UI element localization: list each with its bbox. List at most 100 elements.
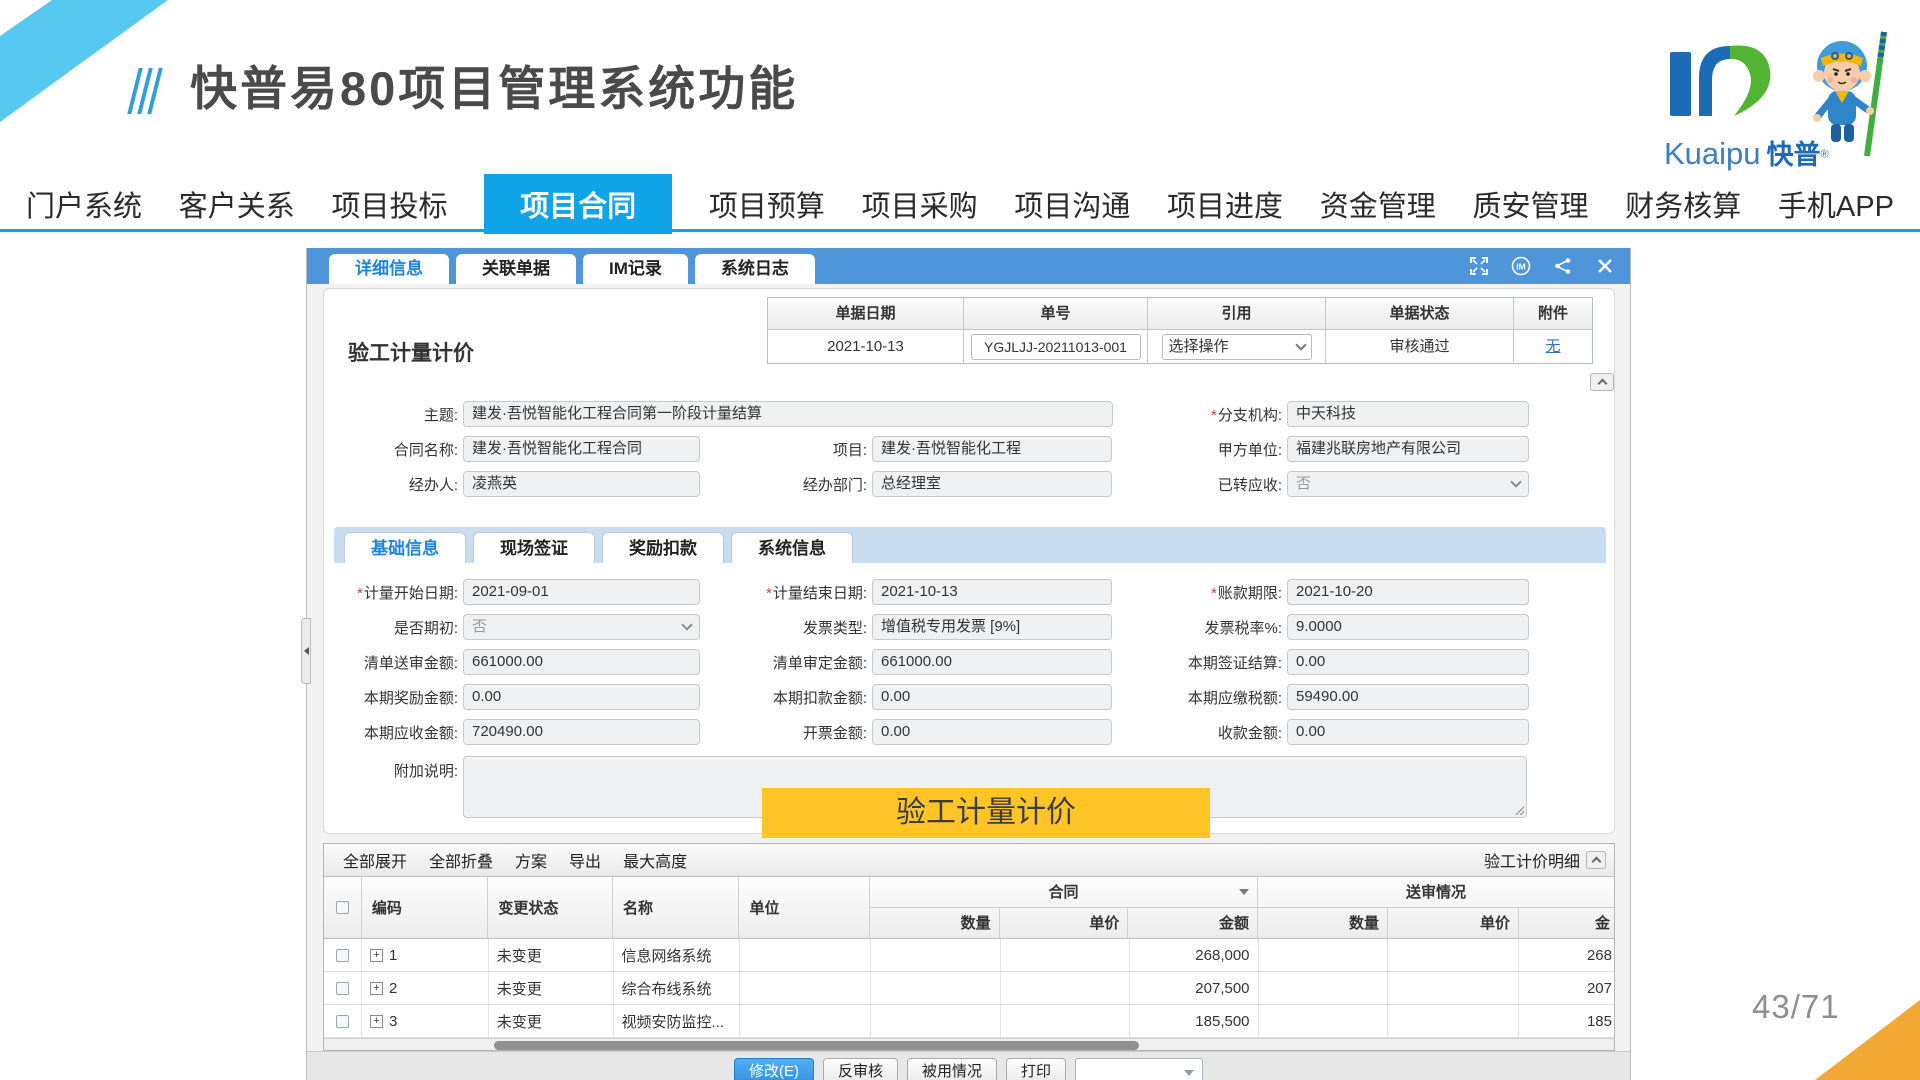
nav-item-funds[interactable]: 资金管理 bbox=[1320, 183, 1436, 225]
expand-all-link[interactable]: 全部展开 bbox=[343, 848, 407, 872]
nav-item-mobile-app[interactable]: 手机APP bbox=[1778, 183, 1894, 225]
col-unit: 单位 bbox=[739, 877, 870, 938]
subtab-basic-info[interactable]: 基础信息 bbox=[344, 532, 466, 563]
field-reward-label: 本期奖励金额: bbox=[328, 687, 458, 708]
field-tax-rate-input[interactable]: 9.0000 bbox=[1287, 614, 1529, 640]
field-deduction-input[interactable]: 0.00 bbox=[872, 684, 1112, 710]
tab-detail-info[interactable]: 详细信息 bbox=[329, 254, 449, 284]
doc-status-value: 审核通过 bbox=[1326, 330, 1514, 363]
col-name: 名称 bbox=[613, 877, 740, 938]
field-deduction-label: 本期扣款金额: bbox=[737, 687, 867, 708]
expand-row-icon[interactable]: + bbox=[370, 982, 383, 995]
field-invoiced-input[interactable]: 0.00 bbox=[872, 719, 1112, 745]
nav-item-budget[interactable]: 项目预算 bbox=[709, 183, 825, 225]
expand-row-icon[interactable]: + bbox=[370, 1015, 383, 1028]
tab-related-docs[interactable]: 关联单据 bbox=[456, 254, 576, 284]
grid-collapse-button[interactable] bbox=[1586, 851, 1606, 869]
max-height-link[interactable]: 最大高度 bbox=[623, 848, 687, 872]
field-received-input[interactable]: 0.00 bbox=[1287, 719, 1529, 745]
unapprove-button[interactable]: 反审核 bbox=[823, 1058, 898, 1080]
select-all-checkbox[interactable] bbox=[336, 901, 349, 914]
col-contract-qty: 数量 bbox=[870, 908, 1000, 938]
window-controls: IM bbox=[1468, 248, 1616, 284]
nav-item-quality[interactable]: 质安管理 bbox=[1472, 183, 1588, 225]
field-contract-name-input[interactable]: 建发·吾悦智能化工程合同 bbox=[463, 436, 700, 462]
field-start-date-input[interactable]: 2021-09-01 bbox=[463, 579, 700, 605]
panel-collapse-handle[interactable] bbox=[301, 618, 311, 684]
col-reference: 引用 bbox=[1148, 298, 1326, 329]
nav-item-progress[interactable]: 项目进度 bbox=[1167, 183, 1283, 225]
field-transferred-label: 已转应收: bbox=[1144, 474, 1282, 495]
field-dept-input[interactable]: 总经理室 bbox=[872, 471, 1112, 497]
print-button[interactable]: 打印 bbox=[1006, 1058, 1066, 1080]
logo-wordmark: Kuaipu快普® bbox=[1664, 133, 1829, 172]
reference-select[interactable]: 选择操作 bbox=[1162, 334, 1312, 360]
field-visa-settlement: 本期签证结算: 0.00 bbox=[1144, 649, 1529, 675]
title-accent-bars bbox=[133, 68, 157, 114]
doc-no-input[interactable]: YGJLJJ-20211013-001 bbox=[971, 334, 1141, 360]
modify-button[interactable]: 修改(E) bbox=[734, 1058, 814, 1080]
field-subject-input[interactable]: 建发·吾悦智能化工程合同第一阶段计量结算 bbox=[463, 401, 1113, 427]
subtab-reward-deduction[interactable]: 奖励扣款 bbox=[602, 532, 724, 563]
field-tax-payable-input[interactable]: 59490.00 bbox=[1287, 684, 1529, 710]
nav-item-crm[interactable]: 客户关系 bbox=[179, 183, 295, 225]
im-chat-icon[interactable]: IM bbox=[1510, 255, 1532, 277]
subtab-system-info[interactable]: 系统信息 bbox=[731, 532, 853, 563]
field-end-date-input[interactable]: 2021-10-13 bbox=[872, 579, 1112, 605]
field-due-date-input[interactable]: 2021-10-20 bbox=[1287, 579, 1529, 605]
grid-row-1[interactable]: +1 未变更 信息网络系统 268,000 268 bbox=[324, 939, 1614, 972]
grid-row-2[interactable]: +2 未变更 综合布线系统 207,500 207 bbox=[324, 972, 1614, 1005]
field-project-input[interactable]: 建发·吾悦智能化工程 bbox=[872, 436, 1112, 462]
field-branch-input[interactable]: 中天科技 bbox=[1287, 401, 1529, 427]
field-receivable-input[interactable]: 720490.00 bbox=[463, 719, 700, 745]
grid-panel-title: 验工计价明细 bbox=[1484, 848, 1580, 872]
field-list-approved-input[interactable]: 661000.00 bbox=[872, 649, 1112, 675]
tab-system-log[interactable]: 系统日志 bbox=[695, 254, 815, 284]
header-collapse-button[interactable] bbox=[1590, 373, 1614, 391]
share-icon[interactable] bbox=[1552, 255, 1574, 277]
attachment-link[interactable]: 无 bbox=[1545, 330, 1560, 363]
filter-dropdown-icon[interactable] bbox=[1239, 889, 1249, 895]
scrollbar-thumb[interactable] bbox=[494, 1041, 1139, 1050]
nav-item-portal[interactable]: 门户系统 bbox=[26, 183, 142, 225]
resize-grip-icon[interactable] bbox=[1515, 806, 1524, 815]
usage-status-button[interactable]: 被用情况 bbox=[907, 1058, 997, 1080]
row-checkbox[interactable] bbox=[336, 1015, 349, 1028]
field-party-a-input[interactable]: 福建兆联房地产有限公司 bbox=[1287, 436, 1529, 462]
nav-item-finance[interactable]: 财务核算 bbox=[1625, 183, 1741, 225]
grid-row-3[interactable]: +3 未变更 视频安防监控... 185,500 185 bbox=[324, 1005, 1614, 1038]
field-is-initial-select[interactable]: 否 bbox=[463, 614, 700, 640]
logo-latin-text: Kuaipu bbox=[1664, 136, 1761, 171]
close-icon[interactable] bbox=[1594, 255, 1616, 277]
field-reward-input[interactable]: 0.00 bbox=[463, 684, 700, 710]
scheme-link[interactable]: 方案 bbox=[515, 848, 547, 872]
export-link[interactable]: 导出 bbox=[569, 848, 601, 872]
more-actions-select[interactable] bbox=[1075, 1058, 1203, 1080]
field-notes-label: 附加说明: bbox=[328, 760, 458, 781]
tab-im-records[interactable]: IM记录 bbox=[583, 254, 688, 284]
grid-toolbar: 全部展开 全部折叠 方案 导出 最大高度 验工计价明细 bbox=[324, 844, 1614, 877]
col-change: 变更状态 bbox=[488, 877, 613, 938]
expand-row-icon[interactable]: + bbox=[370, 949, 383, 962]
field-list-submitted-input[interactable]: 661000.00 bbox=[463, 649, 700, 675]
subtab-site-visa[interactable]: 现场签证 bbox=[473, 532, 595, 563]
nav-item-bidding[interactable]: 项目投标 bbox=[331, 183, 447, 225]
field-transferred-select[interactable]: 否 bbox=[1287, 471, 1529, 497]
field-handler-input[interactable]: 凌燕英 bbox=[463, 471, 700, 497]
fullscreen-icon[interactable] bbox=[1468, 255, 1490, 277]
collapse-all-link[interactable]: 全部折叠 bbox=[429, 848, 493, 872]
field-invoice-type-input[interactable]: 增值税专用发票 [9%] bbox=[872, 614, 1112, 640]
row-checkbox[interactable] bbox=[336, 982, 349, 995]
field-receivable: 本期应收金额: 720490.00 bbox=[328, 719, 700, 745]
nav-item-purchase[interactable]: 项目采购 bbox=[862, 183, 978, 225]
nav-item-contract[interactable]: 项目合同 bbox=[484, 174, 672, 234]
horizontal-scrollbar[interactable] bbox=[324, 1038, 1614, 1051]
col-doc-date: 单据日期 bbox=[768, 298, 964, 329]
col-review-amount: 金 bbox=[1519, 908, 1614, 938]
nav-item-communication[interactable]: 项目沟通 bbox=[1014, 183, 1130, 225]
row-checkbox[interactable] bbox=[336, 949, 349, 962]
triangle-down-icon bbox=[1184, 1070, 1194, 1076]
field-tax-rate: 发票税率%: 9.0000 bbox=[1144, 614, 1529, 640]
svg-text:IM: IM bbox=[1516, 262, 1525, 272]
field-visa-settlement-input[interactable]: 0.00 bbox=[1287, 649, 1529, 675]
